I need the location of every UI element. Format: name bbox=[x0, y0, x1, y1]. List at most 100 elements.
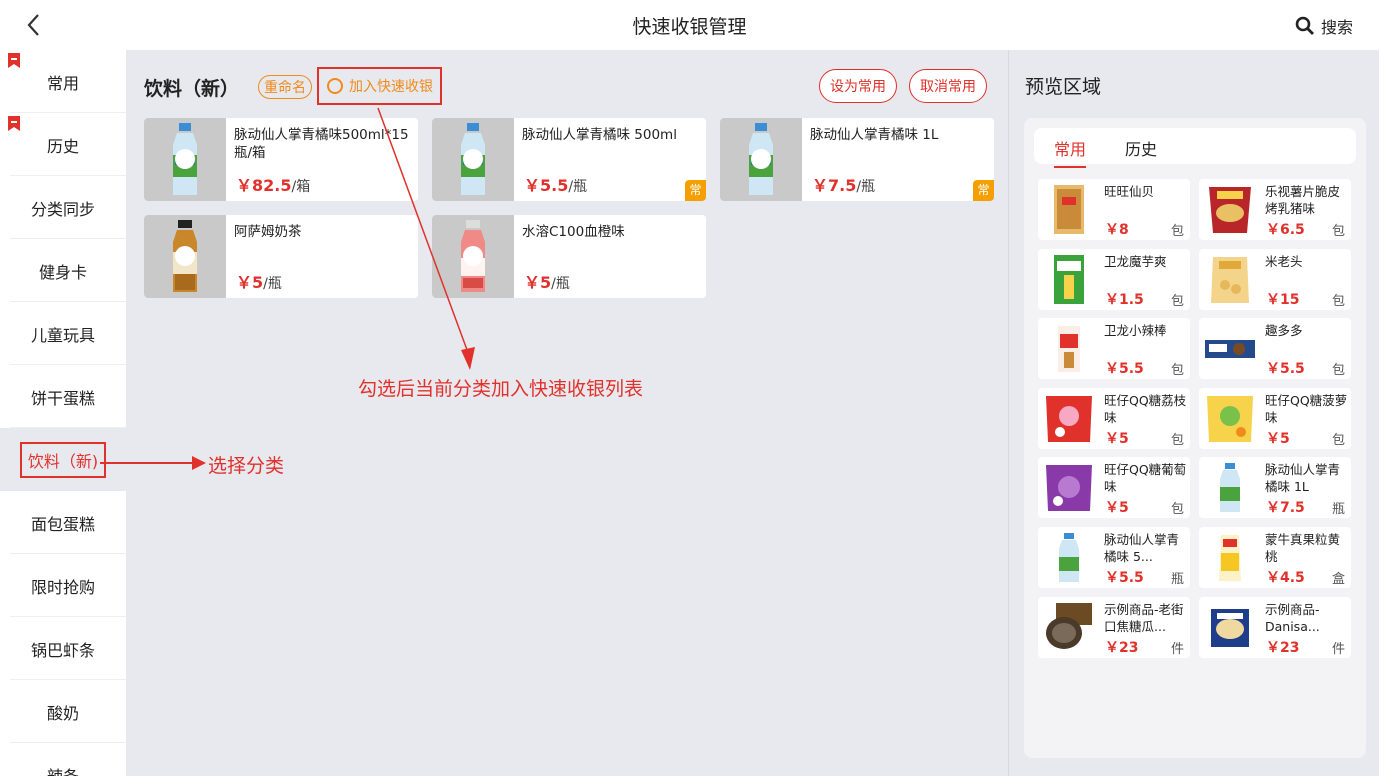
search-button[interactable]: 搜索 bbox=[1295, 14, 1353, 38]
preview-item[interactable]: 脉动仙人掌青橘味 5... ￥5.5 瓶 bbox=[1038, 527, 1190, 588]
preview-item-name: 米老头 bbox=[1265, 254, 1303, 269]
preview-item-price: ￥5 bbox=[1266, 431, 1290, 447]
preview-item[interactable]: 旺旺仙贝 ￥8 包 bbox=[1038, 179, 1190, 240]
product-name: 脉动仙人掌青橘味 1L bbox=[810, 127, 939, 143]
product-image bbox=[144, 215, 226, 298]
preview-item-unit: 包 bbox=[1170, 294, 1184, 309]
product-image bbox=[1058, 326, 1080, 372]
preview-tabs: 常用 历史 bbox=[1034, 128, 1356, 168]
rename-button[interactable]: 重命名 bbox=[258, 75, 312, 99]
sidebar-item-label: 辣条 bbox=[46, 766, 79, 776]
sidebar-item-fitness-card[interactable]: 健身卡 bbox=[0, 239, 126, 302]
sidebar-item-label: 酸奶 bbox=[46, 703, 79, 723]
preview-area: 常用 历史 旺旺仙贝 ￥8 包 乐视薯片脆皮烤乳猪味 ￥6.5 包 卫龙魔芋爽 … bbox=[1024, 118, 1366, 758]
preview-item-unit: 瓶 bbox=[1331, 502, 1345, 517]
sidebar-item-spicy-strips[interactable]: 辣条 bbox=[0, 743, 126, 776]
preview-item[interactable]: 卫龙魔芋爽 ￥1.5 包 bbox=[1038, 249, 1190, 310]
sidebar-item-bread[interactable]: 面包蛋糕 bbox=[0, 491, 126, 554]
sidebar-item-biscuits[interactable]: 饼干蛋糕 bbox=[0, 365, 126, 428]
preview-item-name: 旺仔QQ糖荔枝味 bbox=[1104, 393, 1187, 425]
preview-item-unit: 包 bbox=[1170, 433, 1184, 448]
preview-item-unit: 盒 bbox=[1331, 572, 1345, 587]
sidebar-item-label: 分类同步 bbox=[30, 199, 95, 219]
category-products-panel: 饮料（新） 重命名 加入快速收银 设为常用 取消常用 脉动仙人掌青橘味500ml… bbox=[126, 50, 1008, 776]
preview-item-price: ￥23 bbox=[1105, 640, 1139, 656]
preview-item-name: 脉动仙人掌青橘味 1L bbox=[1265, 462, 1341, 494]
product-image bbox=[1059, 533, 1079, 582]
page-title: 快速收银管理 bbox=[632, 16, 747, 38]
common-badge: 常 bbox=[685, 180, 706, 201]
preview-item-name: 示例商品-老街口焦糖瓜... bbox=[1104, 602, 1184, 634]
tab-history[interactable]: 历史 bbox=[1125, 136, 1157, 160]
preview-item-unit: 包 bbox=[1331, 294, 1345, 309]
product-name: 脉动仙人掌青橘味 500ml bbox=[522, 127, 677, 143]
preview-item-name: 示例商品-Danisa... bbox=[1265, 602, 1320, 634]
preview-item[interactable]: 趣多多 ￥5.5 包 bbox=[1199, 318, 1351, 379]
product-image bbox=[1207, 396, 1253, 442]
preview-item[interactable]: 旺仔QQ糖葡萄味 ￥5 包 bbox=[1038, 457, 1190, 518]
sidebar-item-crisps[interactable]: 锅巴虾条 bbox=[0, 617, 126, 680]
preview-item[interactable]: 脉动仙人掌青橘味 1L ￥7.5 瓶 bbox=[1199, 457, 1351, 518]
preview-item-price: ￥6.5 bbox=[1266, 222, 1305, 238]
sidebar-item-kids-toys[interactable]: 儿童玩具 bbox=[0, 302, 126, 365]
preview-item-price: ￥5.5 bbox=[1105, 570, 1144, 586]
tab-common[interactable]: 常用 bbox=[1054, 136, 1087, 168]
preview-item-price: ￥5.5 bbox=[1105, 361, 1144, 377]
preview-item[interactable]: 旺仔QQ糖菠萝味 ￥5 包 bbox=[1199, 388, 1351, 449]
preview-item-price: ￥5.5 bbox=[1266, 361, 1305, 377]
product-price: ￥82.5/箱 bbox=[236, 176, 311, 195]
preview-item-name: 旺仔QQ糖菠萝味 bbox=[1265, 393, 1348, 425]
bookmark-icon bbox=[8, 116, 20, 131]
quick-add-checkbox[interactable]: 加入快速收银 bbox=[317, 67, 442, 105]
sidebar-item-drinks[interactable]: 饮料（新) bbox=[0, 428, 126, 491]
product-card[interactable]: 脉动仙人掌青橘味500ml*15瓶/箱 ￥82.5/箱 bbox=[144, 118, 418, 201]
preview-item-price: ￥5 bbox=[1105, 500, 1129, 516]
preview-item-name: 乐视薯片脆皮烤乳猪味 bbox=[1265, 184, 1341, 216]
preview-item[interactable]: 米老头 ￥15 包 bbox=[1199, 249, 1351, 310]
sidebar-item-label: 历史 bbox=[46, 136, 79, 156]
sidebar-item-common[interactable]: 常用 bbox=[0, 50, 126, 113]
preview-item[interactable]: 卫龙小辣棒 ￥5.5 包 bbox=[1038, 318, 1190, 379]
preview-item-name: 旺旺仙贝 bbox=[1104, 184, 1155, 199]
sidebar-item-history[interactable]: 历史 bbox=[0, 113, 126, 176]
product-name: 阿萨姆奶茶 bbox=[234, 224, 302, 240]
product-card[interactable]: 脉动仙人掌青橘味 500ml ￥5.5/瓶 常 bbox=[432, 118, 706, 201]
product-name: 水溶C100血橙味 bbox=[522, 224, 625, 240]
preview-item[interactable]: 示例商品-Danisa... ￥23 件 bbox=[1199, 597, 1351, 658]
sidebar-item-label: 面包蛋糕 bbox=[30, 514, 95, 534]
product-image bbox=[1211, 257, 1249, 303]
product-name: 脉动仙人掌青橘味500ml*15瓶/箱 bbox=[234, 127, 409, 161]
product-price: ￥5/瓶 bbox=[524, 273, 570, 292]
preview-item[interactable]: 示例商品-老街口焦糖瓜... ￥23 件 bbox=[1038, 597, 1190, 658]
product-card[interactable]: 脉动仙人掌青橘味 1L ￥7.5/瓶 常 bbox=[720, 118, 994, 201]
sidebar-item-label: 限时抢购 bbox=[30, 577, 95, 597]
sidebar-item-label: 锅巴虾条 bbox=[30, 640, 95, 660]
preview-item-unit: 包 bbox=[1331, 433, 1345, 448]
bookmark-icon bbox=[8, 53, 20, 68]
product-image bbox=[1219, 535, 1241, 581]
product-image bbox=[720, 118, 802, 201]
cancel-common-button[interactable]: 取消常用 bbox=[909, 69, 987, 103]
preview-item-name: 脉动仙人掌青橘味 5... bbox=[1104, 532, 1180, 564]
preview-item[interactable]: 乐视薯片脆皮烤乳猪味 ￥6.5 包 bbox=[1199, 179, 1351, 240]
product-card[interactable]: 阿萨姆奶茶 ￥5/瓶 bbox=[144, 215, 418, 298]
preview-item-name: 趣多多 bbox=[1265, 323, 1303, 338]
preview-item-price: ￥15 bbox=[1266, 292, 1300, 308]
preview-item-name: 蒙牛真果粒黄桃 bbox=[1265, 532, 1341, 564]
preview-item-name: 旺仔QQ糖葡萄味 bbox=[1104, 462, 1187, 494]
sidebar-item-yogurt[interactable]: 酸奶 bbox=[0, 680, 126, 743]
preview-item-unit: 包 bbox=[1170, 363, 1184, 378]
preview-item-price: ￥7.5 bbox=[1266, 500, 1305, 516]
top-bar: 快速收银管理 搜索 bbox=[0, 0, 1379, 50]
category-title: 饮料（新） bbox=[144, 78, 240, 100]
sidebar-item-category-sync[interactable]: 分类同步 bbox=[0, 176, 126, 239]
sidebar-item-flash-sale[interactable]: 限时抢购 bbox=[0, 554, 126, 617]
preview-item[interactable]: 旺仔QQ糖荔枝味 ￥5 包 bbox=[1038, 388, 1190, 449]
preview-item[interactable]: 蒙牛真果粒黄桃 ￥4.5 盒 bbox=[1199, 527, 1351, 588]
preview-item-name: 卫龙魔芋爽 bbox=[1104, 254, 1167, 269]
set-common-button[interactable]: 设为常用 bbox=[819, 69, 897, 103]
product-image bbox=[1220, 463, 1240, 512]
preview-item-price: ￥23 bbox=[1266, 640, 1300, 656]
product-price: ￥7.5/瓶 bbox=[812, 176, 876, 195]
product-card[interactable]: 水溶C100血橙味 ￥5/瓶 bbox=[432, 215, 706, 298]
